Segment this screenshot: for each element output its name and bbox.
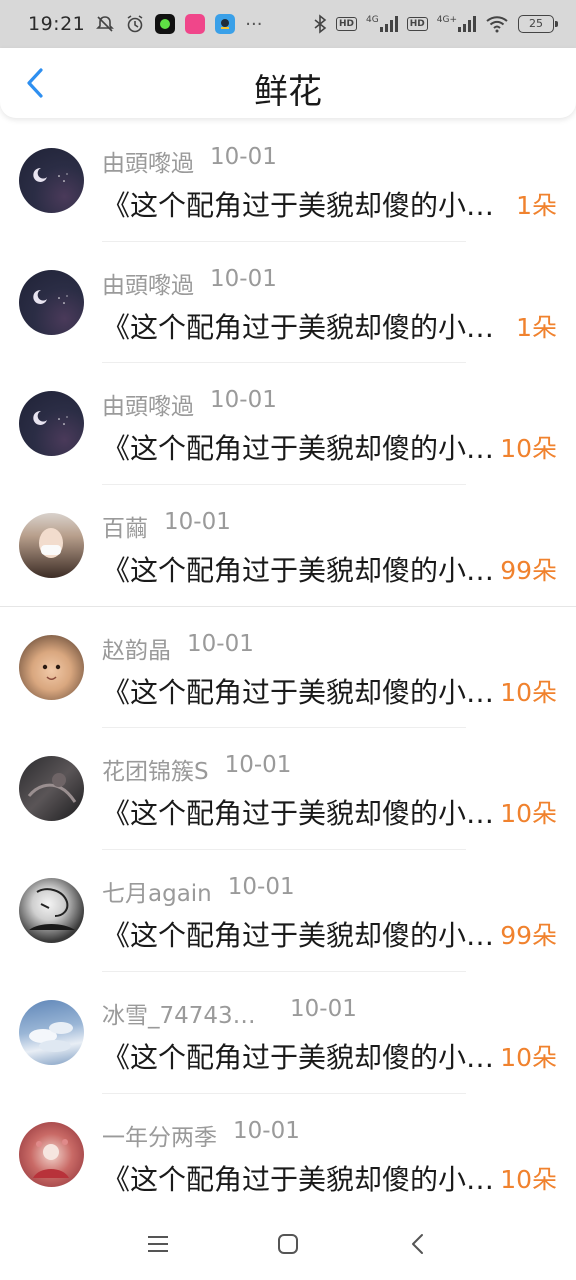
wifi-icon bbox=[485, 15, 509, 33]
message-text[interactable]: 《这个配角过于美貌却傻的小说》 bbox=[102, 306, 497, 346]
sender-name[interactable]: 由頭嚟過 bbox=[102, 387, 194, 421]
list-item[interactable]: 冰雪_74743… 10-01 《这个配角过于美貌却傻的小说》 10朵 bbox=[0, 972, 576, 1094]
meta-line: 一年分两季 10-01 bbox=[102, 1118, 300, 1152]
flower-list: 由頭嚟過 10-01 《这个配角过于美貌却傻的小说》 1朵 由頭嚟過 10-01… bbox=[0, 120, 576, 1215]
battery-icon: 25 bbox=[518, 15, 558, 33]
sender-name[interactable]: 赵韵晶 bbox=[102, 631, 171, 665]
sent-date: 10-01 bbox=[164, 509, 231, 536]
list-item[interactable]: 花团锦簇S 10-01 《这个配角过于美貌却傻的小说》 10朵 bbox=[0, 728, 576, 851]
meta-line: 由頭嚟過 10-01 bbox=[102, 266, 277, 300]
mute-icon bbox=[95, 14, 115, 34]
back-nav-button[interactable] bbox=[398, 1228, 438, 1260]
list-item[interactable]: 百繭 10-01 《这个配角过于美貌却傻的小说》 99朵 bbox=[0, 485, 576, 607]
home-square-icon bbox=[278, 1234, 298, 1254]
signal-icon: 4G bbox=[366, 16, 398, 32]
app-icon-blue bbox=[215, 14, 236, 34]
back-chevron-icon bbox=[412, 1234, 423, 1254]
message-text[interactable]: 《这个配角过于美貌却傻的小说》 bbox=[102, 184, 497, 224]
sent-date: 10-01 bbox=[210, 387, 277, 414]
sky-clouds-avatar[interactable] bbox=[19, 999, 84, 1065]
red-flower-avatar[interactable] bbox=[19, 1121, 84, 1187]
meta-line: 七月again 10-01 bbox=[102, 874, 295, 908]
sent-date: 10-01 bbox=[290, 995, 357, 1022]
message-text[interactable]: 《这个配角过于美貌却傻的小说》 bbox=[102, 549, 497, 589]
flower-count: 10朵 bbox=[500, 1042, 557, 1072]
hd-badge-2: HD bbox=[406, 17, 428, 31]
sketch-avatar[interactable] bbox=[19, 878, 84, 944]
girl-mask-avatar[interactable] bbox=[19, 513, 84, 579]
list-item[interactable]: 赵韵晶 10-01 《这个配角过于美貌却傻的小说》 10朵 bbox=[0, 607, 576, 729]
message-text[interactable]: 《这个配角过于美貌却傻的小说》 bbox=[102, 1036, 497, 1076]
sender-name[interactable]: 七月again bbox=[102, 874, 212, 908]
list-item[interactable]: 由頭嚟過 10-01 《这个配角过于美貌却傻的小说》 10朵 bbox=[0, 363, 576, 486]
system-nav-bar bbox=[0, 1208, 576, 1280]
home-button[interactable] bbox=[268, 1228, 308, 1260]
night-sky-avatar[interactable] bbox=[19, 269, 84, 335]
page-title: 鲜花 bbox=[254, 72, 322, 112]
flower-count: 99朵 bbox=[500, 921, 557, 951]
message-text[interactable]: 《这个配角过于美貌却傻的小说》 bbox=[102, 671, 497, 711]
meta-line: 由頭嚟過 10-01 bbox=[102, 144, 277, 178]
app-header: 鲜花 bbox=[0, 48, 576, 118]
flower-count: 99朵 bbox=[500, 556, 557, 586]
message-text[interactable]: 《这个配角过于美貌却傻的小说》 bbox=[102, 792, 497, 832]
sender-name[interactable]: 百繭 bbox=[102, 509, 148, 543]
app-icon-pink bbox=[185, 14, 206, 34]
alarm-icon bbox=[125, 14, 145, 34]
hd-badge: HD bbox=[336, 17, 358, 31]
sender-name[interactable]: 花团锦簇S bbox=[102, 752, 209, 786]
list-item[interactable]: 一年分两季 10-01 《这个配角过于美貌却傻的小说》 10朵 bbox=[0, 1094, 576, 1216]
list-item[interactable]: 七月again 10-01 《这个配角过于美貌却傻的小说》 99朵 bbox=[0, 850, 576, 972]
message-text[interactable]: 《这个配角过于美貌却傻的小说》 bbox=[102, 914, 497, 954]
flower-count: 10朵 bbox=[500, 434, 557, 464]
sender-name[interactable]: 由頭嚟過 bbox=[102, 144, 194, 178]
sent-date: 10-01 bbox=[210, 144, 277, 170]
meta-line: 赵韵晶 10-01 bbox=[102, 631, 254, 665]
list-item[interactable]: 由頭嚟過 10-01 《这个配角过于美貌却傻的小说》 1朵 bbox=[0, 120, 576, 242]
sent-date: 10-01 bbox=[224, 752, 292, 779]
status-bar: 19:21 ··· HD 4G HD 4G+ 25 bbox=[0, 0, 576, 48]
sender-name[interactable]: 由頭嚟過 bbox=[102, 266, 194, 300]
flower-count: 1朵 bbox=[516, 191, 557, 220]
menu-icon bbox=[148, 1236, 168, 1252]
network-type-2: 4G+ bbox=[436, 15, 457, 25]
meta-line: 花团锦簇S 10-01 bbox=[102, 752, 291, 786]
menu-button[interactable] bbox=[138, 1228, 178, 1260]
flower-count: 10朵 bbox=[500, 677, 557, 707]
app-icon-green bbox=[155, 14, 176, 34]
more-dots-icon: ··· bbox=[245, 13, 263, 35]
network-type: 4G bbox=[366, 15, 379, 25]
meta-line: 百繭 10-01 bbox=[102, 509, 231, 543]
sent-date: 10-01 bbox=[227, 874, 295, 901]
dark-photo-avatar[interactable] bbox=[19, 756, 84, 822]
signal-icon-2: 4G+ bbox=[437, 16, 476, 32]
flower-count: 10朵 bbox=[500, 1164, 557, 1194]
flower-count: 1朵 bbox=[516, 312, 557, 342]
baby-avatar[interactable] bbox=[19, 634, 84, 700]
message-text[interactable]: 《这个配角过于美貌却傻的小说》 bbox=[102, 427, 497, 467]
status-time: 19:21 bbox=[28, 13, 86, 35]
flower-count: 10朵 bbox=[500, 799, 557, 829]
status-right: HD 4G HD 4G+ 25 bbox=[313, 14, 558, 34]
sent-date: 10-01 bbox=[233, 1117, 300, 1144]
meta-line: 冰雪_74743… 10-01 bbox=[102, 996, 357, 1030]
night-sky-avatar[interactable] bbox=[19, 148, 84, 213]
night-sky-avatar[interactable] bbox=[19, 391, 84, 457]
message-text[interactable]: 《这个配角过于美貌却傻的小说》 bbox=[102, 1158, 497, 1198]
list-item[interactable]: 由頭嚟過 10-01 《这个配角过于美貌却傻的小说》 1朵 bbox=[0, 242, 576, 364]
status-left: 19:21 ··· bbox=[28, 13, 262, 35]
sender-name[interactable]: 冰雪_74743… bbox=[102, 996, 274, 1030]
sender-name[interactable]: 一年分两季 bbox=[102, 1118, 217, 1152]
bluetooth-icon bbox=[313, 14, 327, 34]
sent-date: 10-01 bbox=[187, 630, 254, 657]
meta-line: 由頭嚟過 10-01 bbox=[102, 387, 277, 421]
sent-date: 10-01 bbox=[210, 265, 277, 292]
